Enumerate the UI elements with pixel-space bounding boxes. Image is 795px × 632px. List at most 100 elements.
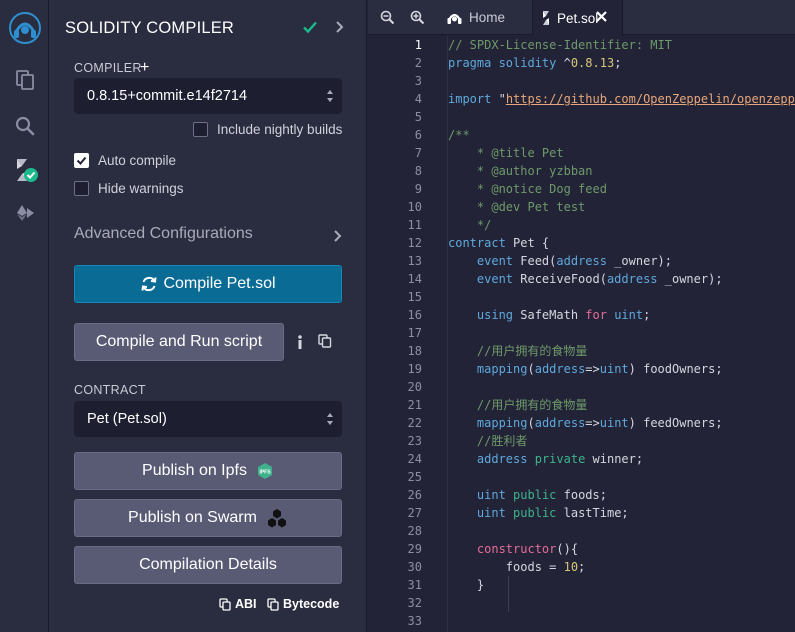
close-icon[interactable] — [595, 10, 608, 23]
code-token: 10 — [563, 560, 579, 574]
code-token: SafeMath — [513, 308, 586, 322]
compilation-details-button[interactable]: Compilation Details — [74, 546, 342, 584]
copy-bytecode-link[interactable]: Bytecode — [267, 597, 339, 611]
contract-label: CONTRACT — [74, 383, 146, 397]
code-token: ) foodOwners; — [628, 362, 723, 376]
compiler-label: COMPILER — [74, 61, 142, 75]
auto-compile-row[interactable]: Auto compile — [74, 153, 176, 168]
code-token: public — [513, 488, 557, 502]
remix-logo-icon[interactable] — [0, 8, 49, 48]
code-token: uint — [599, 362, 629, 376]
code-token: uint — [476, 488, 506, 502]
line-number: 14 — [407, 272, 422, 286]
code-token: foods = — [448, 560, 564, 574]
line-number: 20 — [407, 380, 422, 394]
icon-rail — [0, 0, 49, 632]
compile-run-script-button[interactable]: Compile and Run script — [74, 323, 284, 361]
code-area[interactable]: // SPDX-License-Identifier: MIT pragma so… — [448, 36, 795, 632]
copy-icon[interactable] — [318, 334, 332, 348]
zoom-in-icon[interactable] — [410, 10, 425, 25]
code-token: constructor — [476, 542, 557, 556]
hide-warnings-checkbox[interactable] — [74, 181, 89, 196]
code-token: " — [491, 92, 506, 106]
add-compiler-icon[interactable]: + — [140, 60, 149, 76]
checkmark-icon — [76, 156, 87, 165]
line-number: 18 — [407, 344, 422, 358]
auto-compile-label: Auto compile — [98, 153, 177, 168]
compiler-version-select[interactable]: 0.8.15+commit.e14f2714 — [74, 78, 342, 114]
tab-pet-sol[interactable]: Pet.sol — [532, 0, 623, 36]
auto-compile-checkbox[interactable] — [74, 153, 89, 168]
info-icon[interactable] — [296, 334, 304, 350]
line-number: 12 — [407, 236, 422, 250]
file-explorer-icon[interactable] — [0, 60, 49, 100]
indent-guide — [508, 576, 509, 612]
code-token: /** — [448, 128, 470, 142]
solidity-compiler-icon[interactable] — [0, 150, 49, 190]
line-number: 28 — [407, 524, 422, 538]
code-token: ( — [527, 416, 535, 430]
copy-icon — [219, 597, 231, 611]
line-number: 1 — [414, 38, 422, 52]
code-line: uint public foods; — [448, 486, 607, 504]
zoom-out-icon[interactable] — [380, 10, 395, 25]
ipfs-badge-text: IPFS — [259, 470, 271, 476]
compiler-version-value: 0.8.15+commit.e14f2714 — [87, 88, 248, 104]
line-number: 5 — [414, 110, 422, 124]
deploy-run-icon[interactable] — [0, 193, 49, 233]
line-number: 29 — [407, 542, 422, 556]
home-icon — [447, 13, 462, 24]
publish-swarm-button[interactable]: Publish on Swarm — [74, 499, 342, 537]
line-number: 3 — [414, 74, 422, 88]
code-line: address private winner; — [448, 450, 643, 468]
code-line: contract Pet { — [448, 234, 549, 252]
compile-button-label: Compile Pet.sol — [163, 275, 276, 292]
code-line: /** — [448, 126, 470, 144]
search-icon[interactable] — [0, 106, 49, 146]
code-line: * @dev Pet test — [448, 198, 585, 216]
line-number: 24 — [407, 452, 422, 466]
refresh-icon — [141, 276, 157, 292]
code-line: constructor(){ — [448, 540, 578, 558]
advanced-configurations-toggle[interactable]: Advanced Configurations — [74, 225, 253, 243]
code-token: ; — [578, 560, 586, 574]
compiled-check-icon — [303, 21, 317, 34]
tab-home[interactable]: Home — [444, 0, 532, 35]
code-line: // SPDX-License-Identifier: MIT — [448, 36, 672, 54]
line-number: 30 — [407, 560, 422, 574]
code-token: public — [513, 506, 557, 520]
code-token: address — [606, 272, 658, 286]
copy-abi-link[interactable]: ABI — [219, 597, 257, 611]
line-number: 6 — [414, 128, 422, 142]
code-line: foods = 10; — [448, 558, 585, 576]
include-nightly-row[interactable]: Include nightly builds — [193, 122, 342, 137]
hide-warnings-row[interactable]: Hide warnings — [74, 181, 184, 196]
code-token: => — [585, 362, 600, 376]
code-token: */ — [448, 218, 492, 232]
compile-button[interactable]: Compile Pet.sol — [74, 265, 342, 303]
line-number: 8 — [414, 164, 422, 178]
code-line: event Feed(address _owner); — [448, 252, 672, 270]
tab-pet-sol-label: Pet.sol — [557, 10, 599, 26]
publish-ipfs-button[interactable]: Publish on Ipfs IPFS — [74, 452, 342, 490]
line-number: 27 — [407, 506, 422, 520]
publish-swarm-label: Publish on Swarm — [128, 509, 257, 526]
code-line: */ — [448, 216, 491, 234]
code-line: mapping(address=>uint) feedOwners; — [448, 414, 723, 432]
line-number: 11 — [407, 218, 422, 232]
chevron-right-icon[interactable] — [335, 20, 345, 34]
code-token: * @title Pet — [448, 146, 564, 160]
chevron-right-icon[interactable] — [333, 229, 343, 243]
code-token: ; — [643, 308, 651, 322]
include-nightly-checkbox[interactable] — [193, 122, 208, 137]
code-token: private — [534, 452, 586, 466]
contract-select[interactable]: Pet (Pet.sol) — [74, 401, 342, 437]
code-line: event ReceiveFood(address _owner); — [448, 270, 723, 288]
code-token: mapping — [476, 362, 528, 376]
